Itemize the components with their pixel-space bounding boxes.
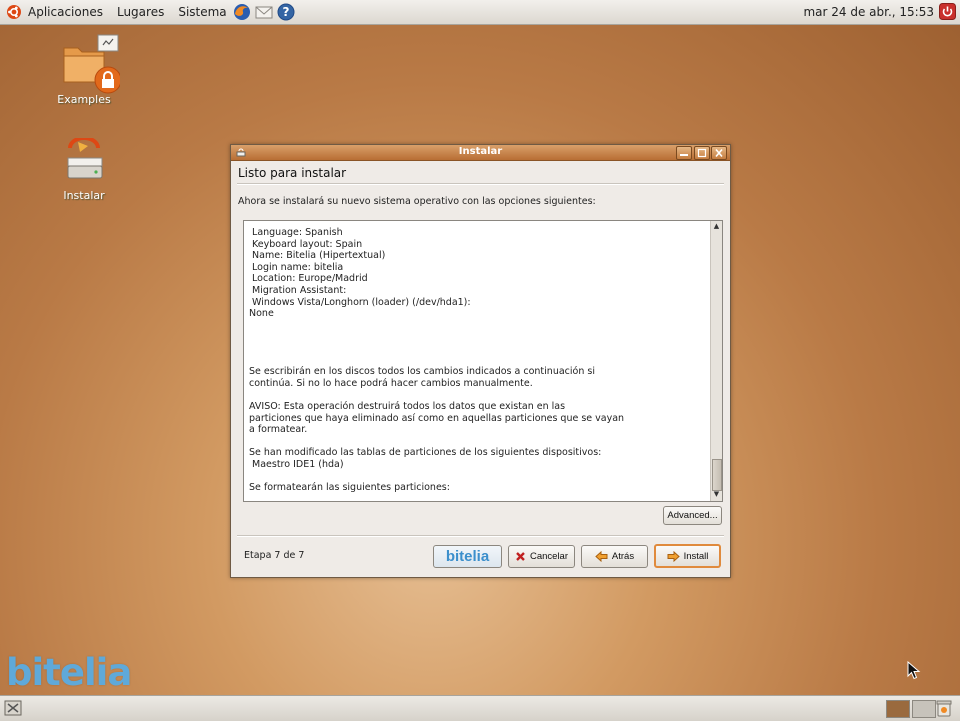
divider — [237, 183, 724, 185]
install-button-label: Install — [683, 550, 709, 562]
firefox-icon[interactable] — [233, 3, 251, 21]
mouse-pointer-icon — [907, 661, 921, 680]
summary-line — [249, 389, 706, 401]
brand-button-label: bitelia — [445, 548, 490, 565]
arrow-left-icon — [595, 551, 608, 562]
summary-line — [249, 436, 706, 448]
panel-clock[interactable]: mar 24 de abr., 15:53 — [803, 5, 934, 19]
cancel-button[interactable]: Cancelar — [508, 545, 575, 568]
maximize-icon — [697, 148, 707, 158]
bottom-panel — [0, 695, 960, 721]
summary-line: a formatear. — [249, 424, 308, 436]
step-indicator: Etapa 7 de 7 — [244, 550, 305, 561]
scroll-up-arrow-icon[interactable]: ▲ — [712, 222, 721, 231]
cancel-x-icon — [516, 552, 525, 561]
back-button[interactable]: Atrás — [581, 545, 648, 568]
summary-line: continúa. Si no lo hace podrá hacer camb… — [249, 377, 533, 389]
summary-line: particiones que haya eliminado así como … — [249, 412, 625, 424]
page-title: Listo para instalar — [238, 166, 347, 180]
svg-text:?: ? — [282, 5, 289, 19]
workspace-1[interactable] — [886, 700, 910, 718]
summary-line: Name: Bitelia (Hipertextual) — [249, 250, 386, 262]
menu-lugares[interactable]: Lugares — [117, 5, 164, 19]
summary-line — [249, 320, 706, 332]
maximize-button[interactable] — [694, 146, 710, 160]
summary-line — [249, 470, 706, 482]
summary-line — [249, 343, 706, 355]
vertical-scrollbar[interactable]: ▲ ▼ — [710, 221, 722, 501]
summary-line: Keyboard layout: Spain — [249, 238, 363, 250]
help-icon[interactable]: ? — [277, 3, 295, 21]
menu-sistema[interactable]: Sistema — [178, 5, 226, 19]
summary-line: Location: Europe/Madrid — [249, 273, 368, 285]
summary-line: Language: Spanish — [249, 227, 343, 238]
desktop-icon-label: Instalar — [63, 189, 105, 202]
summary-text: Language: Spanish Keyboard layout: Spain… — [249, 227, 706, 501]
summary-textview[interactable]: Language: Spanish Keyboard layout: Spain… — [243, 220, 723, 502]
installer-drive-icon — [67, 136, 103, 179]
summary-line: Login name: bitelia — [249, 261, 344, 273]
minimize-button[interactable] — [676, 146, 692, 160]
back-button-label: Atrás — [611, 551, 635, 562]
summary-line: AVISO: Esta operación destruirá todos lo… — [249, 400, 566, 412]
close-button[interactable] — [711, 146, 727, 160]
window-title: Instalar — [458, 146, 503, 157]
desktop-icon-instalar[interactable]: Instalar — [44, 136, 124, 202]
intro-text: Ahora se instalará su nuevo sistema oper… — [238, 196, 596, 207]
trash-icon[interactable] — [936, 699, 952, 717]
bitelia-brand-button[interactable]: bitelia — [433, 545, 502, 568]
show-desktop-icon[interactable] — [4, 700, 22, 716]
minimize-icon — [680, 154, 688, 156]
summary-line: Se formatearán las siguientes particione… — [249, 482, 450, 494]
advanced-button-label: Advanced... — [667, 510, 718, 521]
desktop-brand-logo: bitelia — [6, 651, 132, 694]
install-button[interactable]: Install — [654, 544, 721, 568]
window-titlebar[interactable]: Instalar — [231, 145, 730, 161]
close-icon — [715, 148, 723, 158]
scrollbar-thumb[interactable] — [712, 459, 722, 491]
scroll-down-arrow-icon[interactable]: ▼ — [712, 490, 721, 499]
mail-icon[interactable] — [255, 3, 273, 21]
summary-line: Windows Vista/Longhorn (loader) (/dev/hd… — [249, 296, 471, 308]
summary-line: Se han modificado las tablas de particio… — [249, 447, 602, 459]
top-panel: Aplicaciones Lugares Sistema ? mar 24 de… — [0, 0, 960, 25]
menu-aplicaciones[interactable]: Aplicaciones — [28, 5, 103, 19]
advanced-button[interactable]: Advanced... — [663, 506, 722, 525]
folder-locked-icon — [63, 34, 122, 94]
summary-line: Migration Assistant: — [249, 284, 347, 296]
summary-line: Se escribirán en los discos todos los ca… — [249, 366, 595, 378]
ubuntu-logo-icon[interactable] — [6, 4, 22, 20]
arrow-right-icon — [667, 550, 680, 562]
cancel-button-label: Cancelar — [529, 551, 568, 562]
desktop-icon-examples[interactable]: Examples — [44, 34, 124, 106]
summary-line — [249, 355, 706, 367]
summary-line: None — [249, 308, 274, 320]
divider — [237, 535, 724, 537]
installer-window: Instalar Listo para instalar Ahora se in… — [230, 144, 731, 578]
power-icon[interactable] — [939, 3, 956, 20]
summary-line — [249, 331, 706, 343]
workspace-2[interactable] — [912, 700, 936, 718]
summary-line: Maestro IDE1 (hda) — [249, 458, 344, 470]
